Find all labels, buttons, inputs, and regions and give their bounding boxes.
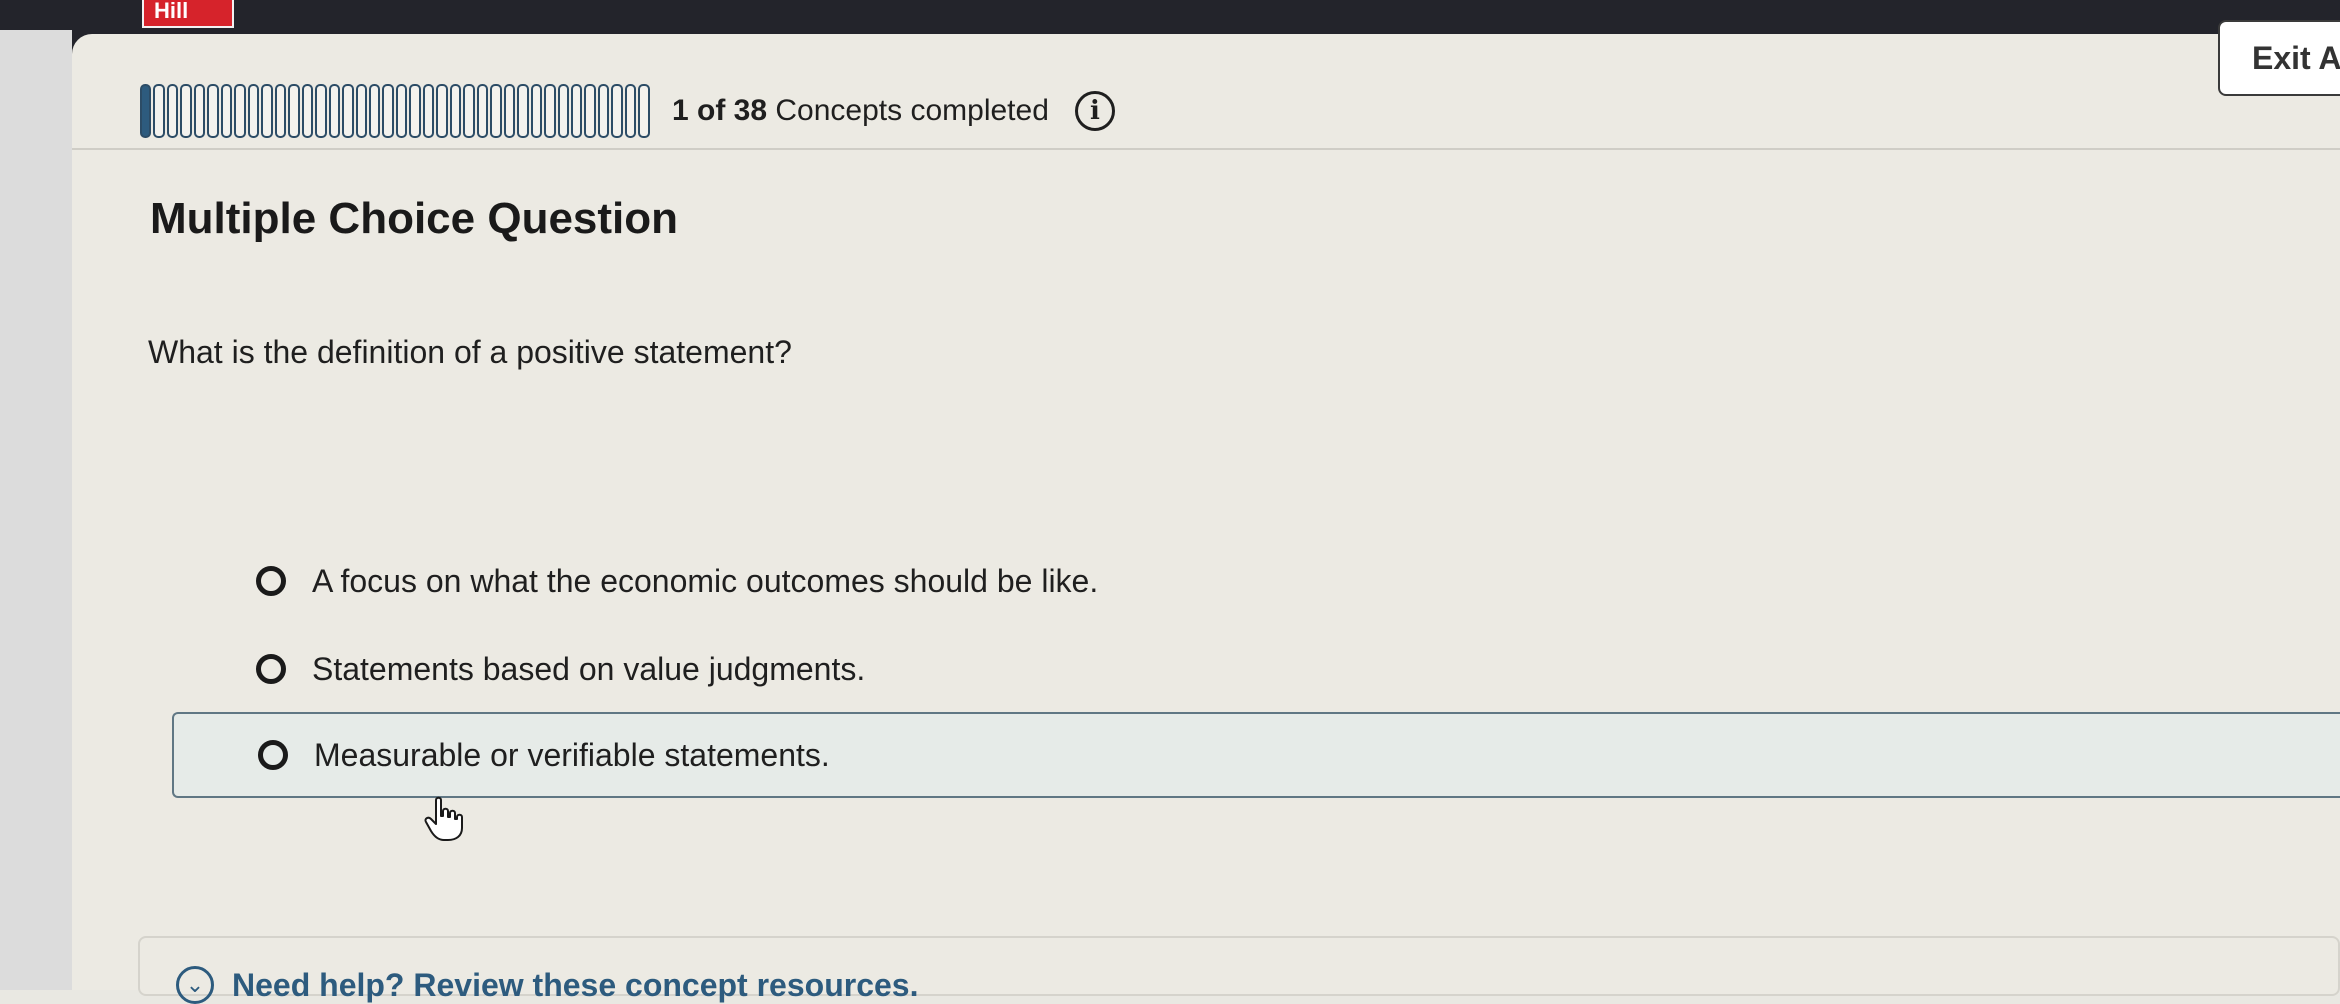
progress-segment [530, 84, 543, 138]
radio-button[interactable] [256, 654, 286, 684]
progress-segment [153, 84, 165, 138]
progress-segment [140, 84, 152, 138]
progress-segment [166, 84, 179, 138]
left-gutter [0, 30, 72, 990]
progress-segment [234, 84, 246, 138]
progress-segment [395, 84, 408, 138]
progress-segment [557, 84, 569, 138]
chevron-down-icon: ⌄ [176, 966, 214, 1004]
progress-segment [611, 84, 623, 138]
progress-segment [382, 84, 394, 138]
progress-suffix: Concepts completed [775, 94, 1049, 127]
progress-segment [544, 84, 556, 138]
progress-segment [207, 84, 219, 138]
progress-text: 1 of 38 Concepts completed [672, 94, 1049, 128]
progress-segment [436, 84, 448, 138]
progress-segment [301, 84, 314, 138]
progress-segment [274, 84, 287, 138]
progress-segment [449, 84, 462, 138]
progress-segment [624, 84, 637, 138]
concepts-progress-bar [140, 81, 650, 141]
progress-segment [597, 84, 610, 138]
progress-segment [638, 84, 650, 138]
progress-segment [288, 84, 300, 138]
answer-option-hovered[interactable]: Measurable or verifiable statements. [172, 712, 2340, 798]
progress-row: 1 of 38 Concepts completed i [140, 76, 1115, 146]
progress-segment [584, 84, 596, 138]
question-type-heading: Multiple Choice Question [150, 194, 679, 243]
radio-button[interactable] [256, 566, 286, 596]
progress-segment [355, 84, 367, 138]
progress-segment [463, 84, 475, 138]
exit-assignment-button[interactable]: Exit As [2218, 20, 2340, 96]
assignment-content [72, 34, 2340, 990]
info-icon[interactable]: i [1074, 91, 1115, 131]
brand-logo: Hill [142, 0, 234, 28]
progress-segment [342, 84, 354, 138]
progress-segment [503, 84, 516, 138]
progress-segment [328, 84, 341, 138]
answer-option-label: Statements based on value judgments. [312, 650, 866, 687]
help-toggle[interactable]: ⌄ Need help? Review these concept resour… [176, 966, 918, 1004]
progress-segment [476, 84, 489, 138]
progress-segment [315, 84, 327, 138]
hand-pointer-cursor-icon [424, 796, 463, 841]
progress-segment [409, 84, 421, 138]
progress-segment [422, 84, 435, 138]
header-divider [72, 148, 2340, 150]
help-link-text[interactable]: Need help? Review these concept resource… [232, 967, 918, 1004]
progress-segment [247, 84, 260, 138]
progress-segment [368, 84, 381, 138]
progress-count: 1 of 38 [672, 94, 768, 127]
progress-segment [261, 84, 273, 138]
progress-segment [220, 84, 233, 138]
answer-option-label: Measurable or verifiable statements. [314, 736, 830, 773]
answer-option-label: A focus on what the economic outcomes sh… [312, 562, 1099, 599]
question-prompt: What is the definition of a positive sta… [148, 334, 792, 370]
answer-option[interactable]: Statements based on value judgments. [172, 626, 2340, 712]
progress-segment [490, 84, 502, 138]
answer-option[interactable]: A focus on what the economic outcomes sh… [172, 538, 2340, 624]
progress-segment [180, 84, 192, 138]
radio-button[interactable] [258, 740, 288, 770]
progress-segment [517, 84, 529, 138]
progress-segment [193, 84, 206, 138]
progress-segment [571, 84, 583, 138]
